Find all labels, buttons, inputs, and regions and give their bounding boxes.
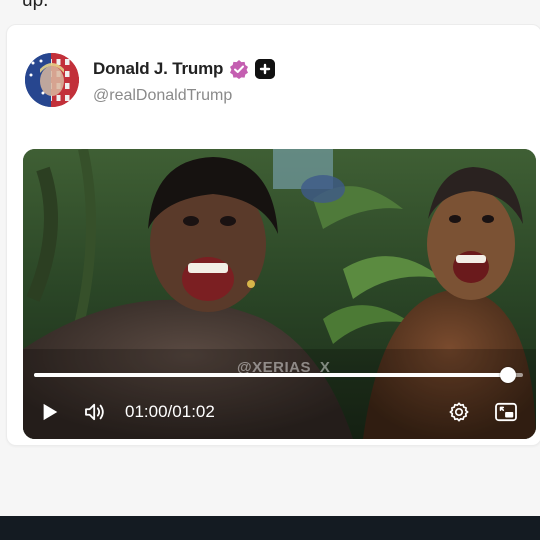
author-line: Donald J. Trump	[93, 59, 276, 79]
avatar-flag-portrait-icon	[25, 53, 79, 107]
play-button[interactable]	[39, 395, 61, 429]
verified-badge-icon	[229, 59, 249, 79]
video-player[interactable]: @XERIAS_X 01:00 / 01:02	[23, 149, 536, 439]
play-icon	[43, 403, 58, 421]
video-time: 01:00 / 01:02	[125, 395, 215, 429]
author-avatar[interactable]	[25, 53, 79, 107]
settings-button[interactable]	[447, 395, 471, 429]
picture-in-picture-icon	[495, 402, 517, 422]
previous-post-text: up.	[22, 0, 49, 11]
progress-fill	[34, 373, 509, 377]
progress-bar[interactable]	[34, 367, 523, 383]
pip-button[interactable]	[493, 395, 519, 429]
volume-icon	[85, 403, 104, 421]
gear-icon	[449, 402, 469, 422]
volume-button[interactable]	[83, 395, 109, 429]
author-handle[interactable]: @realDonaldTrump	[93, 87, 232, 105]
current-time: 01:00	[125, 402, 168, 421]
author-name[interactable]: Donald J. Trump	[93, 59, 223, 79]
duration: 01:02	[172, 402, 215, 421]
feed-page: up. Donald J. Trump @realDonaldTrump @XE…	[0, 0, 540, 540]
video-controls: 01:00 / 01:02	[23, 395, 536, 429]
bottom-navigation-bar	[0, 516, 540, 540]
post-card[interactable]: Donald J. Trump @realDonaldTrump @XERIAS…	[6, 24, 540, 446]
platform-badge-icon	[255, 59, 276, 79]
